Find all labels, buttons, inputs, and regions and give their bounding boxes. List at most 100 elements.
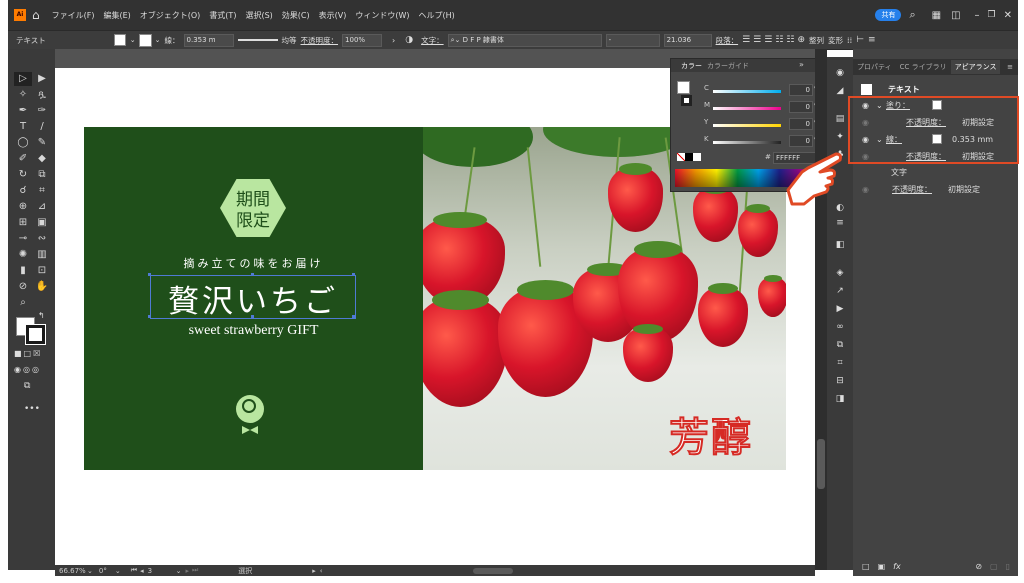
black-slider[interactable] xyxy=(713,141,781,144)
zoom-tool-icon[interactable]: ⌕ xyxy=(14,296,32,310)
zoom-field[interactable]: 66.67% xyxy=(59,567,87,575)
align-panel-link[interactable]: 整列 xyxy=(809,35,824,46)
align-left-icon[interactable]: ☰ xyxy=(742,35,750,45)
panel-menu-icon[interactable]: ≡ xyxy=(868,35,876,45)
tab-properties[interactable]: プロパティ xyxy=(853,60,896,74)
arrange-icon[interactable]: ◫ xyxy=(951,10,960,21)
artboard-tool-icon[interactable]: ⊡ xyxy=(33,264,51,278)
isolate-icon[interactable]: ⊢ xyxy=(856,35,864,45)
workspace-icon[interactable]: ▦ xyxy=(932,10,941,21)
char-label[interactable]: 文字： xyxy=(421,35,444,46)
tagline-text[interactable]: 摘み立ての味をお届け xyxy=(144,255,363,271)
duplicate-icon[interactable]: ▢ xyxy=(990,562,998,571)
menu-edit[interactable]: 編集(E) xyxy=(103,10,130,21)
artwork-green-panel[interactable]: 期間 限定 摘み立ての味をお届け 贅沢いちご sweet strawberry … xyxy=(84,127,423,470)
menu-view[interactable]: 表示(V) xyxy=(319,10,347,21)
links-icon[interactable]: ∞ xyxy=(833,321,847,333)
opacity-label[interactable]: 不透明度： xyxy=(892,184,948,195)
magic-wand-icon[interactable]: ✧ xyxy=(14,88,32,102)
yellow-value[interactable]: 0 xyxy=(789,118,813,130)
direct-selection-tool-icon[interactable]: ▶ xyxy=(33,72,51,86)
free-transform-icon[interactable]: ⌗ xyxy=(33,184,51,198)
clear-icon[interactable]: ⊘ xyxy=(975,562,982,571)
number-list-icon[interactable]: ☷ xyxy=(786,35,794,45)
menu-object[interactable]: オブジェクト(O) xyxy=(140,10,201,21)
ellipse-tool-icon[interactable]: ◯ xyxy=(14,136,32,150)
transparency-icon[interactable]: ◧ xyxy=(833,239,847,251)
panel-collapse-icon[interactable]: » xyxy=(799,60,804,69)
selection-handle[interactable] xyxy=(352,315,355,318)
chevron-down-icon[interactable]: ⌄ xyxy=(130,36,136,44)
tab-color[interactable]: カラー xyxy=(681,61,702,71)
blend-tool-icon[interactable]: ∾ xyxy=(33,232,51,246)
stroke-indicator[interactable] xyxy=(681,95,692,106)
font-style-field[interactable]: - xyxy=(605,33,660,47)
magenta-value[interactable]: 0 xyxy=(789,101,813,113)
puppet-icon[interactable]: ⁞⁞ xyxy=(847,36,852,45)
libraries-icon[interactable]: ▤ xyxy=(833,113,847,125)
bar-graph-icon[interactable]: ▮ xyxy=(14,264,32,278)
yellow-slider[interactable] xyxy=(713,124,781,127)
perspective-grid-icon[interactable]: ⊿ xyxy=(33,200,51,214)
chevron-right-icon[interactable]: › xyxy=(392,36,395,45)
menu-select[interactable]: 選択(S) xyxy=(245,10,272,21)
tab-color-guide[interactable]: カラーガイド xyxy=(707,61,749,71)
fill-swatch[interactable] xyxy=(113,34,126,46)
gradient-tool-icon[interactable]: ▣ xyxy=(33,216,51,230)
app-logo-icon[interactable]: Ai xyxy=(14,9,26,21)
rotate-tool-icon[interactable]: ↻ xyxy=(14,168,32,182)
share-button[interactable]: 共有 xyxy=(875,9,902,21)
column-graph-icon[interactable]: ▥ xyxy=(33,248,51,262)
shaper-tool-icon[interactable]: ✐ xyxy=(14,152,32,166)
align-icon[interactable]: ⊟ xyxy=(833,375,847,387)
close-icon[interactable]: ✕ xyxy=(1004,10,1012,21)
selection-tool-icon[interactable]: ▷ xyxy=(14,72,32,86)
eye-icon[interactable]: ◉ xyxy=(862,185,892,194)
new-layer-icon[interactable]: □ xyxy=(862,562,870,571)
pen-tool-icon[interactable]: ✒ xyxy=(14,104,32,118)
stroke-weight-field[interactable]: 0.353 m xyxy=(183,33,234,47)
rotation-field[interactable]: 0° xyxy=(99,567,115,575)
draw-mode-icon[interactable]: ◉◎◎ xyxy=(14,365,41,374)
transform-icon[interactable]: ⌗ xyxy=(833,357,847,369)
mesh-tool-icon[interactable]: ⊞ xyxy=(14,216,32,230)
hand-tool-icon[interactable]: ✋ xyxy=(33,280,51,294)
selection-handle[interactable] xyxy=(352,273,355,276)
globe-icon[interactable]: ⊕ xyxy=(797,35,805,45)
stroke-color-box[interactable] xyxy=(25,324,46,345)
white-swatch[interactable] xyxy=(693,153,701,161)
opacity-label[interactable]: 不透明度： xyxy=(301,35,339,46)
menu-type[interactable]: 書式(T) xyxy=(209,10,236,21)
font-family-field[interactable]: ⌕⌄ D F P 隷書体 xyxy=(447,33,602,47)
paragraph-label[interactable]: 段落： xyxy=(716,35,739,46)
stroke-profile-dropdown[interactable]: 均等 xyxy=(282,35,297,46)
lasso-icon[interactable]: ጿ xyxy=(33,88,51,102)
screen-mode-icon[interactable]: ⧉ xyxy=(24,381,30,391)
align-center-icon[interactable]: ☰ xyxy=(753,35,761,45)
fill-stroke-indicator[interactable] xyxy=(677,81,690,94)
transform-panel-link[interactable]: 変形 xyxy=(828,35,843,46)
opacity-row[interactable]: ◉ 不透明度： 初期設定 xyxy=(853,181,1018,197)
minimize-icon[interactable]: – xyxy=(975,10,980,21)
bullet-list-icon[interactable]: ☷ xyxy=(775,35,783,45)
menu-window[interactable]: ウィンドウ(W) xyxy=(355,10,409,21)
actions-icon[interactable]: ▶ xyxy=(833,303,847,315)
page-field[interactable]: 3 xyxy=(148,567,176,575)
characters-label[interactable]: 文字 xyxy=(891,167,907,178)
first-page-icon[interactable]: ⏮ xyxy=(131,566,137,575)
swap-arrow-icon[interactable]: ↰ xyxy=(38,311,45,320)
photo-title-text[interactable]: 芳醇 xyxy=(668,405,753,463)
curvature-tool-icon[interactable]: ✑ xyxy=(33,104,51,118)
cyan-value[interactable]: 0 xyxy=(789,84,813,96)
warp-tool-icon[interactable]: ☌ xyxy=(14,184,32,198)
add-fill-icon[interactable]: ▣ xyxy=(878,562,886,571)
font-size-field[interactable]: 21.036 xyxy=(663,33,712,47)
eraser-icon[interactable]: ◆ xyxy=(33,152,51,166)
trash-icon[interactable]: ▯ xyxy=(1006,562,1010,571)
last-page-icon[interactable]: ⏭ xyxy=(192,566,198,575)
chevron-down-icon[interactable]: ⌄ xyxy=(115,567,121,575)
chevron-down-icon[interactable]: ⌄ xyxy=(87,567,93,575)
opacity-field[interactable]: 100% xyxy=(342,33,383,47)
panel-menu-icon[interactable]: ≡ xyxy=(1007,63,1013,71)
home-icon[interactable]: ⌂ xyxy=(32,8,40,22)
